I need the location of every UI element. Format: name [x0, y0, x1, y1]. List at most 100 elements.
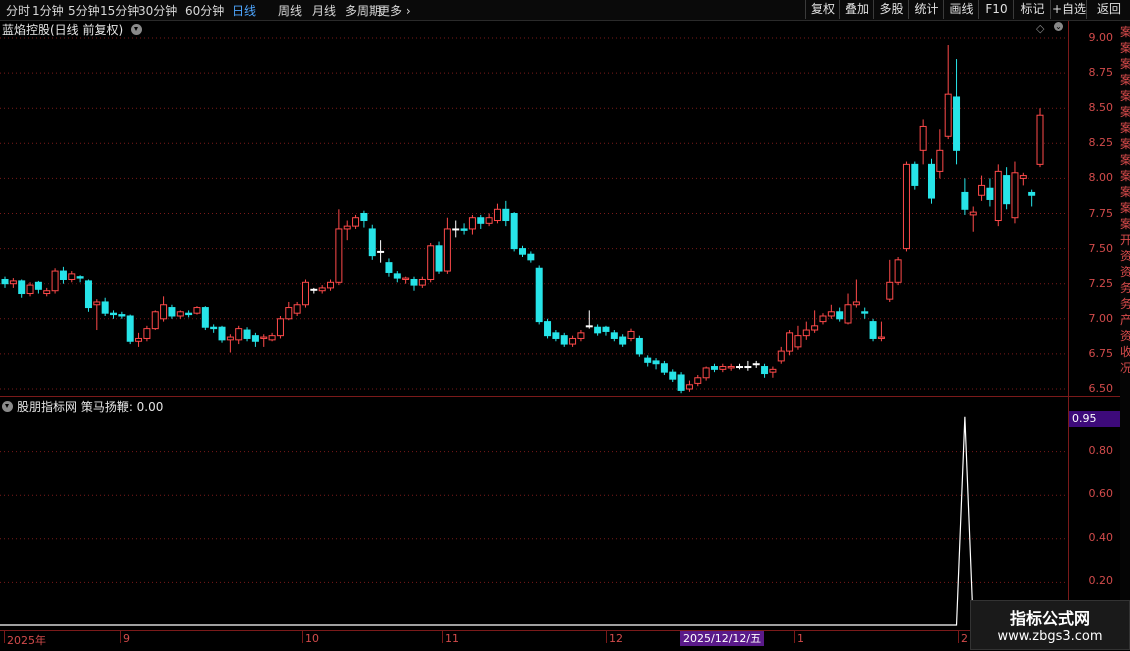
candle-body	[218, 326, 226, 341]
date-label: 9	[123, 632, 130, 645]
period-tab[interactable]: 5分钟	[68, 2, 100, 19]
side-strip-glyph[interactable]: 案	[1120, 201, 1130, 215]
candle-body	[660, 363, 668, 373]
candle-body	[59, 270, 67, 280]
side-strip-glyph[interactable]: 务	[1120, 297, 1130, 311]
side-strip-glyph[interactable]: 案	[1120, 73, 1130, 87]
period-tab[interactable]: 1分钟	[32, 2, 64, 19]
diamond-icon[interactable]: ◇	[1036, 22, 1044, 35]
indicator-tick-label: 0.40	[1088, 530, 1114, 544]
candle-body	[802, 329, 810, 337]
settings-circle-icon[interactable]: ⌄	[1054, 22, 1063, 31]
side-strip-glyph[interactable]: 务	[1120, 281, 1130, 295]
period-tab[interactable]: 30分钟	[138, 2, 177, 19]
candle-body	[168, 307, 176, 317]
candle-body	[861, 311, 869, 314]
main-price-chart[interactable]: 蓝焰控股(日线 前复权) ◇ ⌄	[0, 21, 1068, 395]
toolbar-button[interactable]: 统计	[908, 0, 944, 19]
side-strip-glyph[interactable]: 资	[1120, 329, 1130, 343]
side-strip-glyph[interactable]: 收	[1120, 345, 1130, 359]
candle-body	[268, 335, 276, 341]
period-tab[interactable]: 15分钟	[100, 2, 139, 19]
price-tick-label: 7.00	[1088, 311, 1114, 325]
period-tab[interactable]: 多周期	[345, 2, 381, 19]
side-info-strip[interactable]: 案案案案案案案案案案案案案开资资务务产资收况	[1120, 21, 1130, 650]
candle-body	[151, 311, 159, 330]
candle-body	[310, 288, 318, 291]
side-strip-glyph[interactable]: 案	[1120, 121, 1130, 135]
candle-body	[535, 267, 543, 323]
candle-body	[710, 366, 718, 370]
period-tab[interactable]: 月线	[312, 2, 336, 19]
toolbar-button[interactable]: 复权	[805, 0, 840, 19]
toolbar-button[interactable]: +自选	[1050, 0, 1087, 19]
candle-body	[769, 368, 777, 373]
period-tab[interactable]: 分时	[6, 2, 30, 19]
toolbar-button[interactable]: 标记	[1013, 0, 1051, 19]
indicator-svg	[0, 416, 1068, 626]
side-strip-glyph[interactable]: 案	[1120, 25, 1130, 39]
period-tab[interactable]: 日线	[232, 2, 256, 19]
side-strip-glyph[interactable]: 开	[1120, 233, 1130, 247]
dropdown-circle-icon[interactable]	[131, 24, 143, 35]
date-axis[interactable]: 2025年 9 10 11 12 1 2	[0, 630, 1130, 651]
candle-body	[185, 312, 193, 316]
period-tab[interactable]: 周线	[278, 2, 302, 19]
candle-body	[761, 366, 769, 375]
side-strip-glyph[interactable]: 案	[1120, 57, 1130, 71]
period-tab[interactable]: 60分钟	[185, 2, 224, 19]
candle-body	[727, 366, 735, 369]
candle-body	[26, 284, 34, 295]
price-tick-label: 7.25	[1088, 276, 1114, 290]
candle-body	[118, 314, 126, 317]
candle-body	[477, 217, 485, 224]
toolbar-button[interactable]: 叠加	[839, 0, 874, 19]
price-axis[interactable]: 9.00 8.75 8.50 8.25 8.00 7.75 7.50 7.25 7.00 6.75…	[1068, 21, 1121, 629]
side-strip-glyph[interactable]: 案	[1120, 169, 1130, 183]
candle-body	[143, 328, 151, 339]
toolbar-button[interactable]: 返回	[1086, 0, 1130, 19]
date-label: 12	[609, 632, 623, 645]
side-strip-glyph[interactable]: 资	[1120, 249, 1130, 263]
candle-body	[719, 366, 727, 370]
candle-body	[34, 281, 42, 290]
side-strip-glyph[interactable]: 产	[1120, 313, 1130, 327]
candle-body	[18, 280, 26, 295]
candle-body	[602, 326, 610, 332]
side-strip-glyph[interactable]: 案	[1120, 89, 1130, 103]
toolbar-button[interactable]: F10	[978, 0, 1014, 19]
candle-body	[377, 250, 385, 253]
side-strip-glyph[interactable]: 案	[1120, 153, 1130, 167]
panel-divider[interactable]	[0, 396, 1068, 397]
side-strip-glyph[interactable]: 案	[1120, 185, 1130, 199]
indicator-chart[interactable]: 股朋指标网 策马扬鞭: 0.00	[0, 398, 1068, 628]
candle-body	[68, 273, 76, 280]
candle-body	[577, 332, 585, 339]
candle-body	[101, 301, 109, 314]
candle-body	[627, 330, 635, 339]
side-strip-glyph[interactable]: 案	[1120, 41, 1130, 55]
date-label: 10	[305, 632, 319, 645]
toolbar: 分时 1分钟 5分钟 15分钟 30分钟 60分钟 日线 周线 月线 多周期 更多 › 复权 叠加 多股统…	[0, 0, 1130, 21]
toolbar-button[interactable]: 画线	[943, 0, 979, 19]
watermark-url: www.zbgs3.com	[997, 629, 1103, 644]
candle-body	[327, 281, 335, 289]
date-separator	[442, 631, 443, 643]
candle-body	[569, 337, 577, 345]
candle-body	[1036, 114, 1044, 165]
candle-body	[894, 259, 902, 283]
side-strip-glyph[interactable]: 案	[1120, 137, 1130, 151]
side-strip-glyph[interactable]: 资	[1120, 265, 1130, 279]
candle-body	[619, 336, 627, 345]
indicator-dropdown-icon[interactable]	[2, 401, 13, 412]
period-tab[interactable]: 更多 ›	[378, 2, 411, 19]
candle-body	[427, 245, 435, 280]
side-strip-glyph[interactable]: 况	[1120, 361, 1130, 375]
side-strip-glyph[interactable]: 案	[1120, 105, 1130, 119]
toolbar-button[interactable]: 多股	[873, 0, 909, 19]
candle-body	[485, 217, 493, 224]
side-strip-glyph[interactable]: 案	[1120, 217, 1130, 231]
candle-body	[610, 332, 618, 339]
candle-body	[827, 311, 835, 317]
candle-body	[702, 367, 710, 379]
